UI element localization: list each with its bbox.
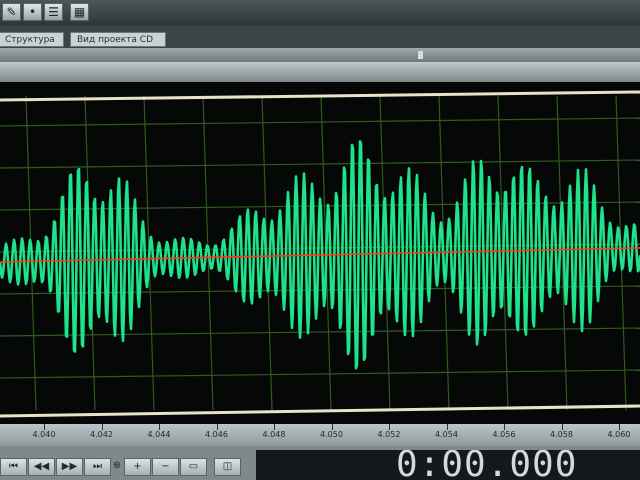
rewind-start-icon: ⏮ bbox=[9, 461, 18, 472]
waveform-bottom-border bbox=[0, 404, 640, 418]
time-display: 0:00.000 bbox=[396, 450, 578, 480]
waveform-top-border bbox=[0, 90, 640, 102]
ruler-label: 4.040 bbox=[32, 430, 56, 439]
forward-icon: ▶▶ bbox=[61, 461, 78, 472]
ruler-label: 4.050 bbox=[320, 430, 343, 439]
tab-cd-project-view[interactable]: Вид проекта CD bbox=[70, 32, 166, 47]
rewind-icon: ◀◀ bbox=[33, 461, 50, 472]
grid-icon: ▦ bbox=[73, 5, 86, 19]
forward-end-icon: ⏭ bbox=[93, 461, 102, 472]
grid-line-horizontal bbox=[0, 327, 640, 337]
zoom-in-icon: + bbox=[133, 461, 142, 472]
rewind-button[interactable]: ◀◀ bbox=[28, 458, 55, 476]
time-display-panel: 0:00.000 bbox=[256, 450, 640, 480]
waveform-canvas bbox=[0, 90, 640, 418]
horizontal-scrollbar[interactable] bbox=[0, 48, 640, 62]
ruler-label: 4.042 bbox=[90, 430, 113, 439]
ruler-label: 4.058 bbox=[550, 430, 573, 439]
waveform-view[interactable] bbox=[0, 82, 640, 424]
ruler-label: 4.056 bbox=[492, 430, 516, 439]
ruler-label: 4.052 bbox=[377, 430, 401, 439]
grid-tool-button[interactable]: ▦ bbox=[70, 3, 89, 21]
toolbar: ✎ • ☰ ▦ bbox=[0, 0, 640, 26]
ruler-label: 4.054 bbox=[435, 430, 458, 439]
zoom-selection-icon: ◫ bbox=[222, 461, 233, 472]
pencil-icon: ✎ bbox=[6, 5, 17, 19]
forward-button[interactable]: ▶▶ bbox=[56, 458, 83, 476]
time-ruler[interactable]: 4.040 4.042 4.044 4.046 4.048 4.050 4.052 4.054… bbox=[0, 424, 640, 446]
ruler-label: 4.060 bbox=[607, 430, 631, 439]
scrollbar-thumb[interactable] bbox=[418, 51, 423, 59]
grid-line-horizontal bbox=[0, 117, 640, 127]
grid-line-horizontal bbox=[0, 159, 640, 169]
lines-icon: ☰ bbox=[48, 5, 59, 19]
tab-strip: Структура Вид проекта CD bbox=[0, 26, 640, 48]
zoom-out-icon: − bbox=[161, 461, 170, 472]
track-header bbox=[0, 62, 640, 82]
zoom-full-button[interactable]: ▭ bbox=[180, 458, 207, 476]
ruler-label: 4.044 bbox=[147, 430, 171, 439]
dot-icon: • bbox=[28, 5, 37, 19]
dot-tool-button[interactable]: • bbox=[23, 3, 42, 21]
pencil-tool-button[interactable]: ✎ bbox=[2, 3, 21, 21]
zoom-selection-button[interactable]: ◫ bbox=[214, 458, 241, 476]
zoom-icon: ⊕ bbox=[112, 460, 122, 471]
zoom-in-button[interactable]: + bbox=[124, 458, 151, 476]
grid-line-horizontal bbox=[0, 369, 640, 379]
tab-structure[interactable]: Структура bbox=[0, 32, 64, 47]
ruler-label: 4.048 bbox=[262, 430, 286, 439]
forward-end-button[interactable]: ⏭ bbox=[84, 458, 111, 476]
zoom-tool-button[interactable]: ⊕ bbox=[112, 458, 122, 476]
ruler-label: 4.046 bbox=[205, 430, 228, 439]
rewind-start-button[interactable]: ⏮ bbox=[0, 458, 27, 476]
zoom-full-icon: ▭ bbox=[188, 461, 199, 472]
zoom-out-button[interactable]: − bbox=[152, 458, 179, 476]
lines-tool-button[interactable]: ☰ bbox=[44, 3, 63, 21]
